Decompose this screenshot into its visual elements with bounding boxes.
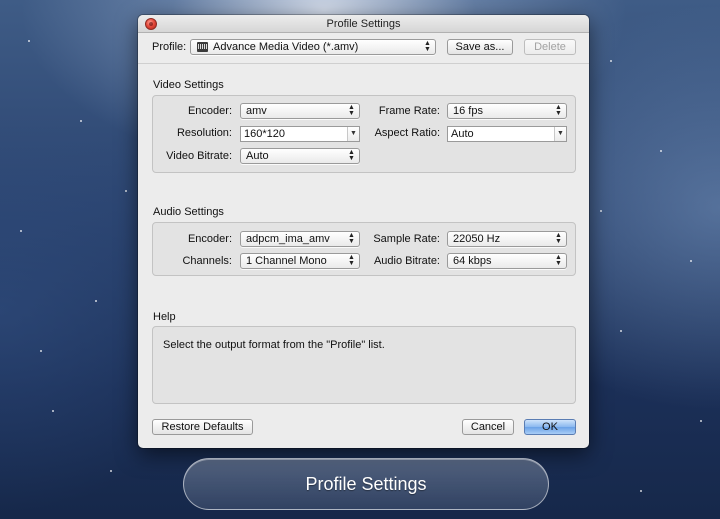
- chevron-down-icon[interactable]: ▼: [554, 127, 566, 141]
- updown-arrows-icon: ▲ ▼: [555, 104, 562, 117]
- sample-rate-select[interactable]: 22050 Hz ▲ ▼: [447, 231, 567, 247]
- profile-select-value: Advance Media Video (*.amv): [213, 41, 359, 53]
- window-title: Profile Settings: [326, 18, 401, 30]
- video-bitrate-select[interactable]: Auto ▲ ▼: [240, 148, 360, 164]
- aspect-ratio-combo[interactable]: Auto ▼: [447, 126, 567, 142]
- resolution-value: 160*120: [244, 128, 285, 140]
- updown-arrows-icon: ▲ ▼: [348, 104, 355, 117]
- updown-arrows-icon: ▲ ▼: [555, 254, 562, 267]
- frame-rate-value: 16 fps: [453, 105, 483, 117]
- video-bitrate-value: Auto: [246, 150, 269, 162]
- resolution-combo[interactable]: 160*120 ▼: [240, 126, 360, 142]
- video-settings-title: Video Settings: [153, 79, 224, 91]
- resolution-label: Resolution:: [176, 127, 232, 139]
- audio-bitrate-select[interactable]: 64 kbps ▲ ▼: [447, 253, 567, 269]
- audio-encoder-label: Encoder:: [187, 233, 232, 245]
- save-as-button[interactable]: Save as...: [447, 39, 513, 55]
- updown-arrows-icon: ▲ ▼: [555, 232, 562, 245]
- aspect-ratio-label: Aspect Ratio:: [374, 127, 440, 139]
- chevron-down-icon[interactable]: ▼: [347, 127, 359, 141]
- help-box: Select the output format from the "Profi…: [152, 326, 576, 404]
- frame-rate-select[interactable]: 16 fps ▲ ▼: [447, 103, 567, 119]
- audio-encoder-value: adpcm_ima_amv: [246, 233, 330, 245]
- caption-pill: Profile Settings: [183, 458, 549, 510]
- sample-rate-value: 22050 Hz: [453, 233, 501, 245]
- divider: [138, 63, 589, 64]
- channels-select[interactable]: 1 Channel Mono ▲ ▼: [240, 253, 360, 269]
- aspect-ratio-value: Auto: [451, 128, 474, 140]
- sample-rate-label: Sample Rate:: [373, 233, 440, 245]
- channels-value: 1 Channel Mono: [246, 255, 327, 267]
- caption-text: Profile Settings: [305, 474, 427, 494]
- title-bar: Profile Settings: [138, 15, 589, 33]
- audio-bitrate-label: Audio Bitrate:: [373, 255, 440, 267]
- audio-bitrate-value: 64 kbps: [453, 255, 492, 267]
- video-encoder-value: amv: [246, 105, 267, 117]
- close-icon[interactable]: [145, 18, 157, 30]
- updown-arrows-icon: ▲ ▼: [424, 40, 431, 53]
- help-text: Select the output format from the "Profi…: [163, 339, 385, 351]
- updown-arrows-icon: ▲ ▼: [348, 254, 355, 267]
- video-encoder-label: Encoder:: [187, 105, 232, 117]
- video-encoder-select[interactable]: amv ▲ ▼: [240, 103, 360, 119]
- audio-encoder-select[interactable]: adpcm_ima_amv ▲ ▼: [240, 231, 360, 247]
- help-title: Help: [153, 311, 176, 323]
- cancel-button[interactable]: Cancel: [462, 419, 514, 435]
- ok-button[interactable]: OK: [524, 419, 576, 435]
- updown-arrows-icon: ▲ ▼: [348, 232, 355, 245]
- channels-label: Channels:: [182, 255, 232, 267]
- profile-select[interactable]: Advance Media Video (*.amv) ▲ ▼: [190, 39, 436, 55]
- audio-settings-title: Audio Settings: [153, 206, 224, 218]
- frame-rate-label: Frame Rate:: [378, 105, 440, 117]
- profile-label: Profile:: [152, 41, 187, 53]
- film-icon: [197, 42, 208, 52]
- video-bitrate-label: Video Bitrate:: [166, 150, 232, 162]
- updown-arrows-icon: ▲ ▼: [348, 149, 355, 162]
- delete-button[interactable]: Delete: [524, 39, 576, 55]
- profile-settings-dialog: Profile Settings Profile: Advance Media …: [138, 15, 589, 448]
- restore-defaults-button[interactable]: Restore Defaults: [152, 419, 253, 435]
